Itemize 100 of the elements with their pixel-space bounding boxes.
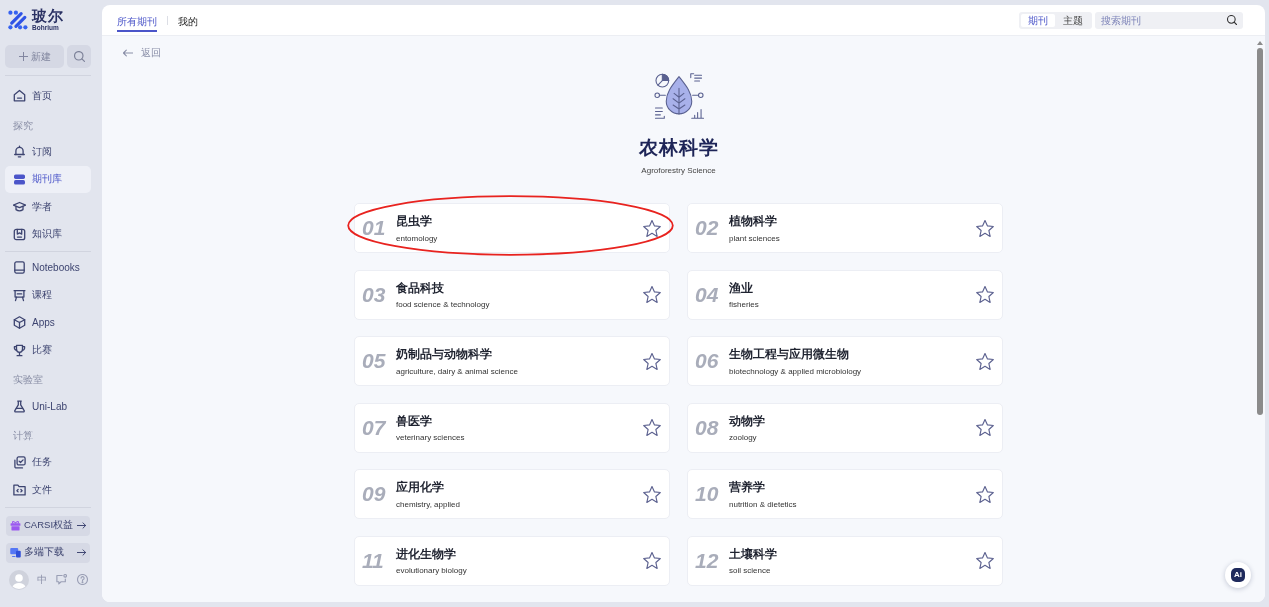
sidebar-item[interactable]: 知识库 <box>5 220 91 248</box>
logo-text: 玻尔 <box>32 8 64 24</box>
star-icon[interactable] <box>976 552 994 569</box>
sidebar-item[interactable]: 课程 <box>5 281 91 309</box>
stack-icon <box>13 172 26 186</box>
devices-icon <box>10 547 21 558</box>
star-icon[interactable] <box>643 552 661 569</box>
sidebar-item[interactable]: 期刊库 <box>5 165 91 193</box>
sidebar-item[interactable]: 文件 <box>5 476 91 504</box>
card-number: 12 <box>695 548 719 573</box>
card-number: 06 <box>695 349 719 373</box>
card-subtitle: entomology <box>396 233 438 244</box>
card-subtitle: food science & technology <box>396 300 490 311</box>
card-title: 奶制品与动物科学 <box>396 347 492 363</box>
card-subtitle: evolutionary biology <box>396 566 467 577</box>
tab[interactable]: 我的 <box>178 11 198 32</box>
star-icon[interactable] <box>643 219 661 237</box>
book-icon <box>13 261 26 275</box>
journal-card[interactable]: 11 进化生物学 evolutionary biology <box>354 535 670 586</box>
card-subtitle: agriculture, dairy & animal science <box>396 366 518 377</box>
card-title: 生物工程与应用微生物 <box>729 347 849 363</box>
scroll-up-icon[interactable] <box>1257 41 1263 45</box>
card-title: 渔业 <box>729 280 753 296</box>
gift-icon <box>10 520 21 531</box>
star-icon[interactable] <box>643 352 661 370</box>
card-title: 应用化学 <box>396 480 444 496</box>
sidebar-item[interactable]: 比赛 <box>5 336 91 364</box>
search-mode-tab[interactable]: 主题 <box>1056 13 1090 27</box>
star-icon[interactable] <box>976 286 994 303</box>
arrow-right-icon <box>77 548 86 557</box>
sidebar-item[interactable]: 任务 <box>5 448 91 476</box>
tab[interactable]: 所有期刊 <box>117 11 157 32</box>
card-number: 02 <box>695 216 719 240</box>
card-subtitle: biotechnology & applied microbiology <box>729 366 862 377</box>
logo-icon <box>8 10 28 30</box>
card-subtitle: plant sciences <box>729 233 780 244</box>
cube-icon <box>13 316 26 330</box>
card-number: 01 <box>362 216 386 240</box>
search-field[interactable]: 搜索期刊 <box>1095 11 1243 29</box>
journal-card[interactable]: 03 食品科技 food science & technology <box>354 269 670 320</box>
star-icon[interactable] <box>643 485 661 503</box>
sidebar-item[interactable]: Uni-Lab <box>5 392 91 420</box>
card-number: 08 <box>695 415 719 440</box>
card-number: 03 <box>362 282 386 307</box>
folder-code-icon <box>13 483 26 497</box>
card-number: 11 <box>362 548 384 573</box>
trophy-icon <box>13 343 26 357</box>
journal-card[interactable]: 06 生物工程与应用微生物 biotechnology & applied microbiology <box>687 336 1003 386</box>
sidebar-item[interactable]: 学者 <box>5 193 91 221</box>
category-title: 农林科学 <box>638 136 719 160</box>
leaf-drop-icon <box>653 72 704 120</box>
sidebar-item[interactable]: 订阅 <box>5 138 91 166</box>
promo-button[interactable]: CARSI权益 <box>6 515 90 536</box>
easel-icon <box>13 288 26 302</box>
sidebar-item[interactable]: Apps <box>5 309 91 337</box>
sidebar-item[interactable]: Notebooks <box>5 254 91 282</box>
card-number: 07 <box>362 415 386 440</box>
card-subtitle: zoology <box>729 433 757 444</box>
journal-card[interactable]: 05 奶制品与动物科学 agriculture, dairy & animal science <box>354 336 670 386</box>
star-icon[interactable] <box>643 419 661 436</box>
star-icon[interactable] <box>643 286 661 303</box>
card-subtitle: chemistry, applied <box>396 499 460 510</box>
star-icon[interactable] <box>976 219 994 237</box>
card-number: 10 <box>695 482 719 506</box>
card-title: 兽医学 <box>396 413 432 429</box>
star-icon[interactable] <box>976 419 994 436</box>
scrollbar-thumb[interactable] <box>1257 48 1263 415</box>
card-title: 植物科学 <box>729 214 777 230</box>
card-title: 营养学 <box>729 480 765 496</box>
section-heading: 计算 <box>13 430 33 442</box>
card-number: 04 <box>695 282 719 307</box>
search-icon[interactable] <box>1227 15 1237 25</box>
card-title: 动物学 <box>729 413 765 429</box>
card-number: 05 <box>362 349 386 373</box>
card-number: 09 <box>362 482 386 506</box>
card-title: 进化生物学 <box>396 546 456 562</box>
bell-icon <box>13 145 26 159</box>
copy-check-icon <box>13 455 26 469</box>
card-title: 土壤科学 <box>729 546 777 562</box>
card-subtitle: nutrition & dietetics <box>729 499 797 510</box>
arrow-right-icon <box>77 521 86 530</box>
card-title: 昆虫学 <box>396 214 432 230</box>
star-icon[interactable] <box>976 485 994 503</box>
card-subtitle: veterinary sciences <box>396 433 465 444</box>
section-heading: 实验室 <box>13 374 43 386</box>
section-heading: 探究 <box>13 119 33 131</box>
search-mode-tab[interactable]: 期刊 <box>1021 13 1055 27</box>
graduation-cap-icon <box>13 200 26 214</box>
search-button[interactable] <box>67 45 91 68</box>
card-title: 食品科技 <box>396 280 444 296</box>
card-subtitle: fisheries <box>729 300 759 311</box>
search-icon <box>73 51 85 62</box>
plus-icon <box>18 52 28 61</box>
arrow-left-icon <box>123 49 133 57</box>
card-subtitle: soil science <box>729 566 771 577</box>
home-icon <box>13 89 26 103</box>
flask-icon <box>13 399 26 413</box>
promo-button[interactable]: 多端下载 <box>6 542 90 563</box>
star-icon[interactable] <box>976 352 994 370</box>
sidebar-item[interactable]: 首页 <box>5 82 91 110</box>
